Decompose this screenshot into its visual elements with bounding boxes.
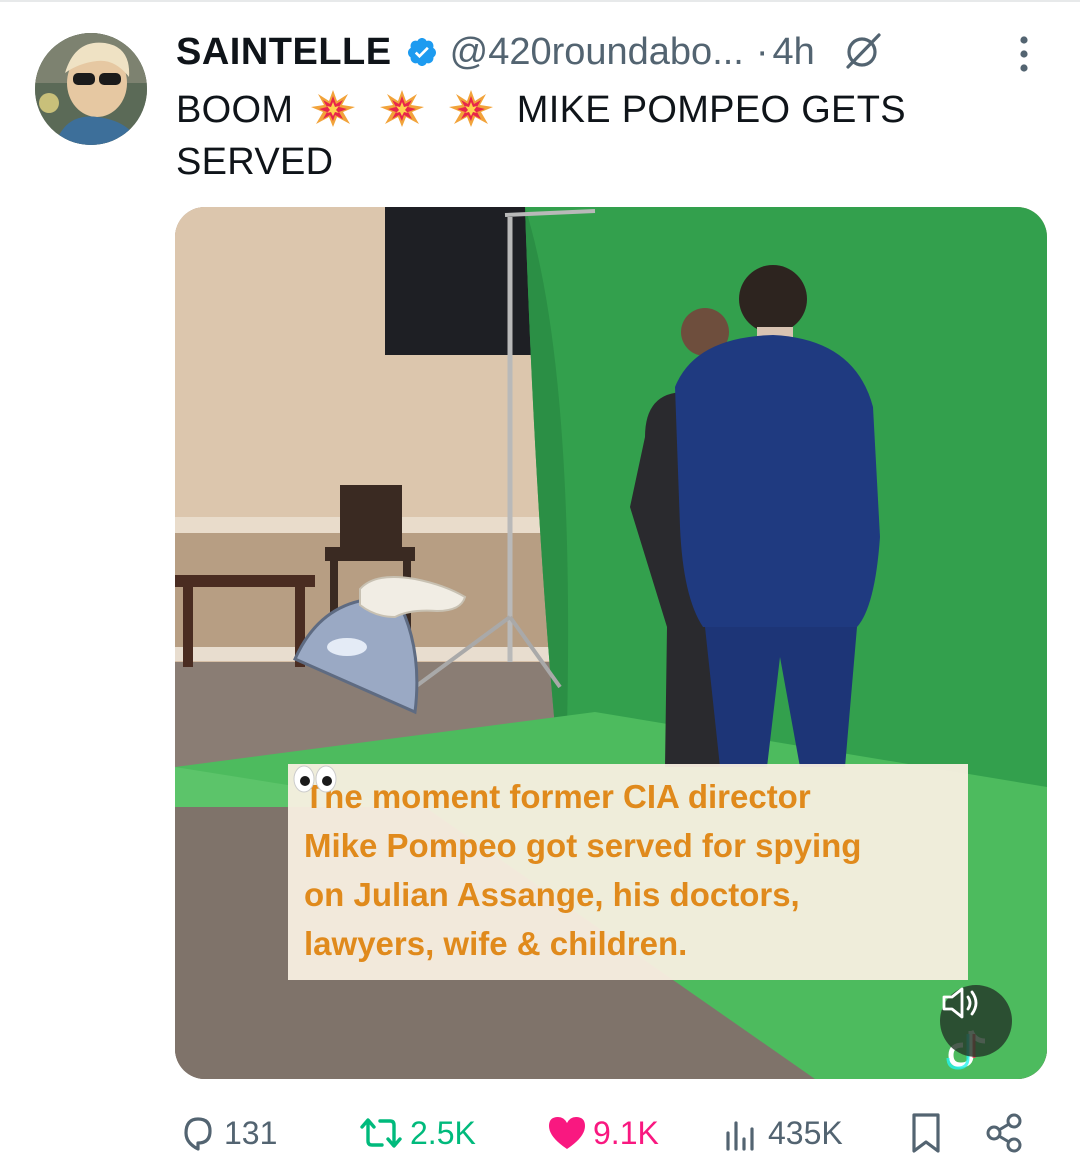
- action-bar: 131 2.5K 9.1K 435K: [0, 1105, 1080, 1161]
- views-icon: [726, 1121, 754, 1151]
- reply-icon: [184, 1117, 212, 1151]
- tweet-text: BOOM MIKE POMPEO GETS SERVED: [176, 84, 1016, 188]
- share-icon: [986, 1113, 1022, 1153]
- collision-icon: [311, 90, 356, 127]
- video-caption: The moment former CIA director Mike Pomp…: [288, 764, 968, 980]
- share-button[interactable]: [982, 1105, 1030, 1161]
- views-button[interactable]: 435K: [720, 1105, 843, 1161]
- handle[interactable]: @420roundabo...: [450, 31, 744, 74]
- timestamp[interactable]: 4h: [773, 31, 815, 74]
- grok-icon[interactable]: [841, 31, 883, 73]
- tweet-text-end: MIKE POMPEO GETS: [516, 89, 906, 131]
- collision-icon: [380, 90, 425, 127]
- caption-line: on Julian Assange, his doctors,: [304, 876, 800, 913]
- separator-dot: ·: [755, 30, 769, 73]
- caption-line: The moment former CIA director: [304, 778, 811, 815]
- more-options-icon[interactable]: [1006, 34, 1042, 74]
- speaker-icon: [942, 987, 978, 1019]
- verified-badge-icon: [407, 38, 436, 66]
- tweet-text-start: BOOM: [176, 89, 294, 131]
- eyes-icon: [293, 765, 337, 793]
- top-divider: [0, 0, 1080, 2]
- bookmark-icon: [912, 1113, 940, 1153]
- caption-line: lawyers, wife & children.: [293, 765, 952, 968]
- repost-icon: [360, 1118, 402, 1148]
- bookmark-button[interactable]: [906, 1105, 950, 1161]
- tweet-text-line2: SERVED: [176, 141, 334, 183]
- tweet-header: SAINTELLE @420roundabo... · 4h: [176, 28, 883, 76]
- heart-icon: [549, 1117, 585, 1149]
- mute-button[interactable]: [940, 985, 1012, 1057]
- video-player[interactable]: The moment former CIA director Mike Pomp…: [175, 207, 1047, 1079]
- repost-button[interactable]: 2.5K: [356, 1105, 476, 1161]
- avatar-image: [35, 33, 147, 145]
- collision-icon: [448, 90, 493, 127]
- views-count: 435K: [768, 1114, 843, 1151]
- like-button[interactable]: 9.1K: [545, 1105, 659, 1161]
- caption-line: Mike Pompeo got served for spying: [304, 827, 862, 864]
- like-count: 9.1K: [593, 1114, 659, 1151]
- display-name[interactable]: SAINTELLE: [176, 31, 392, 74]
- reply-count: 131: [224, 1114, 278, 1151]
- reply-button[interactable]: 131: [176, 1105, 277, 1161]
- avatar[interactable]: [35, 33, 147, 145]
- repost-count: 2.5K: [410, 1114, 476, 1151]
- caption-line-text: lawyers, wife & children.: [304, 925, 688, 962]
